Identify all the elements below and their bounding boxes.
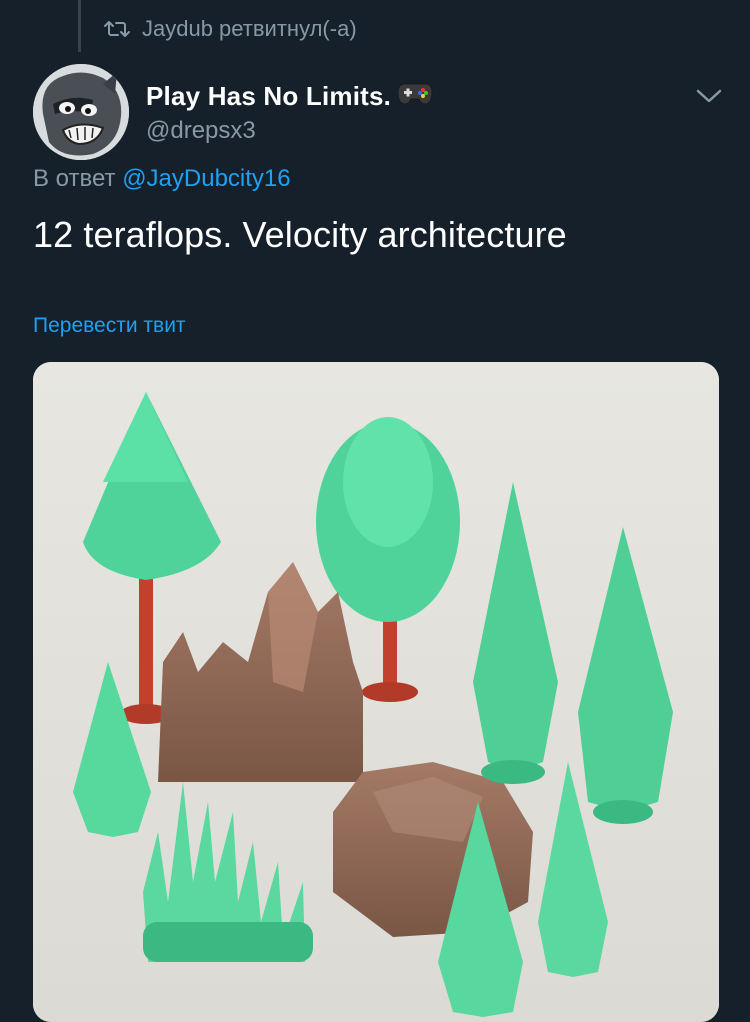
tweet-text: 12 teraflops. Velocity architecture (33, 214, 567, 255)
reply-context: В ответ @JayDubcity16 (33, 165, 291, 193)
translate-tweet-link[interactable]: Перевести твит (33, 314, 186, 338)
gamepad-icon (397, 80, 433, 113)
retweet-icon (104, 19, 130, 39)
reply-mention-link[interactable]: @JayDubcity16 (122, 165, 290, 192)
chevron-down-icon[interactable] (694, 83, 724, 109)
tweet-media-photo[interactable] (33, 362, 719, 1022)
avatar[interactable] (33, 64, 129, 160)
author-handle[interactable]: @drepsx3 (146, 117, 256, 145)
author-display-name[interactable]: Play Has No Limits. (146, 80, 433, 113)
thread-connector-line (78, 0, 81, 52)
retweet-context[interactable]: Jaydub ретвитнул(-а) (104, 14, 357, 44)
display-name-text: Play Has No Limits. (146, 81, 392, 111)
retweet-text: Jaydub ретвитнул(-а) (142, 16, 357, 41)
reply-prefix: В ответ (33, 165, 116, 192)
